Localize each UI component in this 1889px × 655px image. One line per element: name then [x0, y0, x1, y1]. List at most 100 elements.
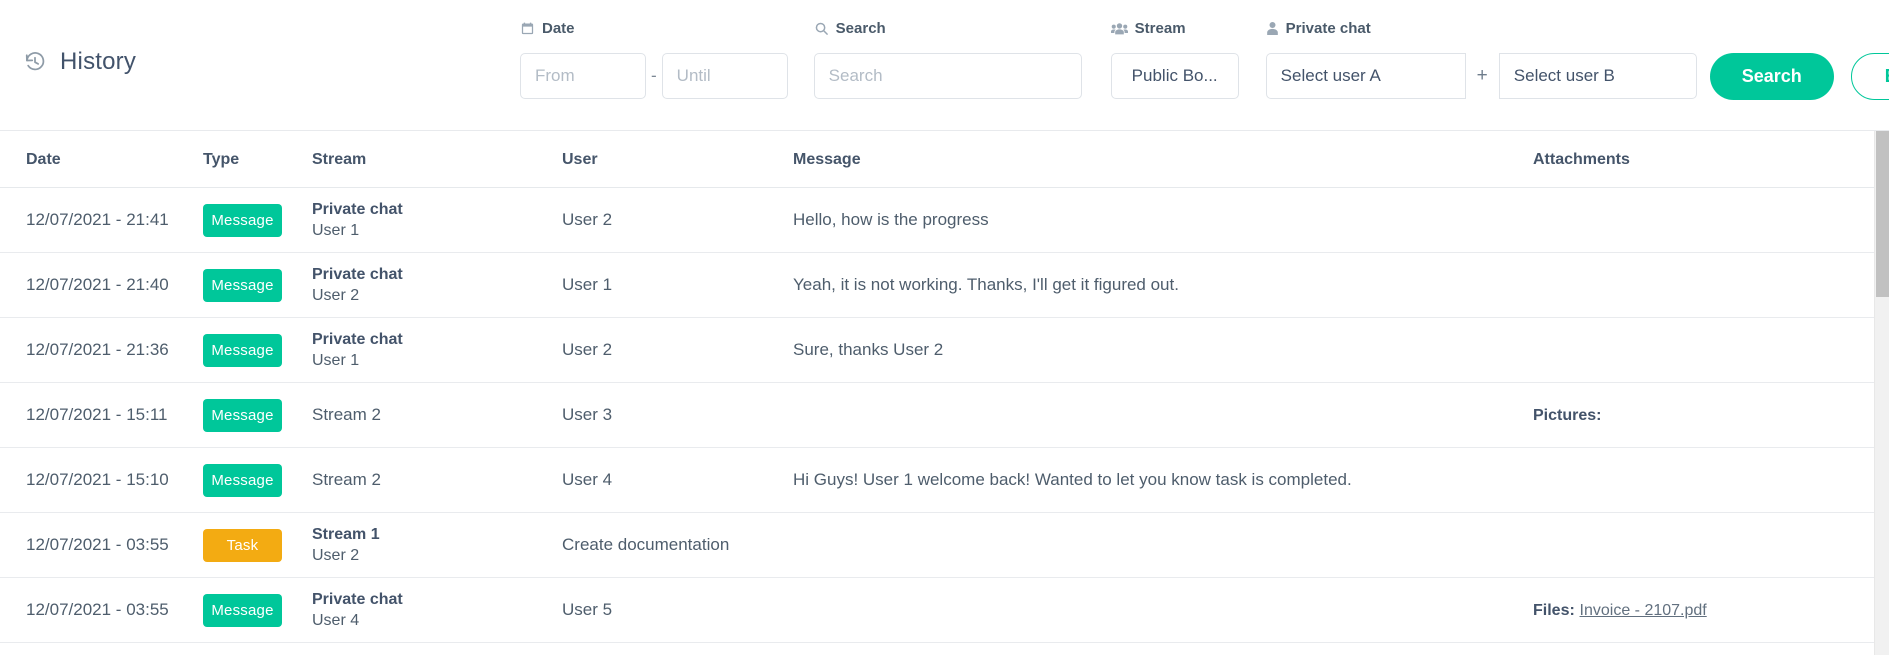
stream-name: Private chat	[312, 590, 403, 608]
table-body: 12/07/2021 - 21:41 Message Private chat Use…	[0, 187, 1874, 643]
message-badge: Message	[203, 203, 282, 237]
cell-stream: Private chat User 4	[312, 577, 562, 643]
cell-type: Task	[203, 512, 312, 578]
search-button[interactable]: Search	[1709, 53, 1834, 100]
table-row[interactable]: 12/07/2021 - 03:55 Message Private chat Use…	[0, 577, 1874, 643]
table-header-row: Date Type Stream User Message Attachment…	[0, 131, 1874, 188]
date-until-input[interactable]	[661, 53, 788, 99]
cell-message	[793, 512, 1533, 578]
stream-participant: User 1	[312, 351, 360, 369]
cell-stream: Stream 1 User 2	[312, 512, 562, 578]
cell-stream: Private chat User 2	[312, 252, 562, 318]
cell-user: User 2	[562, 187, 793, 253]
cell-date: 12/07/2021 - 21:36	[0, 317, 203, 383]
filter-private-chat-text: Private chat	[1285, 19, 1371, 37]
stream-participant: User 2	[312, 286, 360, 304]
cell-attachments: Files: Invoice - 2107.pdf	[1533, 577, 1874, 643]
filter-stream: Stream Public Bo...	[1110, 18, 1239, 99]
column-header-type[interactable]: Type	[203, 131, 312, 188]
message-badge: Message	[203, 268, 282, 302]
vertical-scrollbar-thumb[interactable]	[1876, 131, 1889, 297]
message-badge: Message	[203, 463, 282, 497]
cell-attachments	[1533, 252, 1874, 318]
filter-private-chat-label: Private chat	[1266, 18, 1697, 38]
export-button[interactable]: Export	[1850, 53, 1889, 100]
column-header-message[interactable]: Message	[793, 131, 1533, 188]
message-badge: Message	[203, 398, 282, 432]
cell-attachments: Pictures:	[1533, 382, 1874, 448]
user-b-select[interactable]: Select user B	[1498, 53, 1697, 99]
calendar-icon	[520, 21, 535, 36]
vertical-scrollbar[interactable]	[1874, 131, 1889, 655]
cell-type: Message	[203, 317, 312, 383]
filter-date: Date -	[520, 18, 788, 99]
cell-message: Yeah, it is not working. Thanks, I'll ge…	[793, 252, 1533, 318]
task-badge: Task	[203, 528, 282, 562]
cell-date: 12/07/2021 - 15:11	[0, 382, 203, 448]
filter-search-row	[813, 53, 1082, 99]
cell-message: Sure, thanks User 2	[793, 317, 1533, 383]
table-row[interactable]: 12/07/2021 - 21:40 Message Private chat Use…	[0, 252, 1874, 318]
filter-bar: Date - Search	[520, 18, 1889, 100]
table-row[interactable]: 12/07/2021 - 21:36 Message Private chat Use…	[0, 317, 1874, 383]
user-icon	[1266, 21, 1279, 36]
cell-attachments	[1533, 317, 1874, 383]
attachment-label: Pictures:	[1533, 407, 1602, 424]
filter-search: Search	[813, 18, 1082, 99]
cell-stream: Stream 2	[312, 447, 562, 513]
column-header-attachments[interactable]: Attachments	[1533, 131, 1874, 188]
attachment-label: Files:	[1533, 602, 1575, 619]
filter-search-text: Search	[835, 19, 886, 37]
cell-user: Create documentation	[562, 512, 793, 578]
stream-select[interactable]: Public Bo...	[1110, 53, 1239, 99]
cell-user: User 3	[562, 382, 793, 448]
cell-message	[793, 577, 1533, 643]
cell-user: User 5	[562, 577, 793, 643]
table-row[interactable]: 12/07/2021 - 03:55 Task Stream 1 User 2 Crea…	[0, 512, 1874, 578]
cell-stream: Private chat User 1	[312, 187, 562, 253]
cell-attachments	[1533, 447, 1874, 513]
cell-type: Message	[203, 447, 312, 513]
column-header-stream[interactable]: Stream	[312, 131, 562, 188]
search-icon	[814, 21, 829, 36]
filter-actions: Search Export	[1709, 53, 1889, 100]
stream-name: Private chat	[312, 200, 403, 218]
cell-type: Message	[203, 382, 312, 448]
column-header-user[interactable]: User	[562, 131, 793, 188]
user-pair-plus: +	[1476, 65, 1488, 86]
cell-message	[793, 382, 1533, 448]
stream-name: Stream 2	[312, 470, 381, 489]
cell-stream: Stream 2	[312, 382, 562, 448]
cell-stream: Private chat User 1	[312, 317, 562, 383]
history-table: Date Type Stream User Message Attachment…	[0, 131, 1874, 643]
date-from-input[interactable]	[520, 53, 646, 99]
cell-user: User 1	[562, 252, 793, 318]
filter-stream-text: Stream	[1134, 19, 1186, 37]
cell-user: User 4	[562, 447, 793, 513]
attachment-link[interactable]: Invoice - 2107.pdf	[1580, 602, 1707, 619]
filter-stream-label: Stream	[1110, 18, 1239, 38]
history-page: History Date -	[0, 0, 1889, 655]
stream-participant: User 1	[312, 221, 360, 239]
page-title: History	[60, 48, 137, 75]
cell-date: 12/07/2021 - 21:41	[0, 187, 203, 253]
user-a-select[interactable]: Select user A	[1265, 53, 1466, 99]
cell-message: Hello, how is the progress	[793, 187, 1533, 253]
filter-stream-row: Public Bo...	[1110, 53, 1239, 99]
stream-name: Stream 2	[312, 405, 381, 424]
stream-participant: User 2	[312, 546, 360, 564]
cell-date: 12/07/2021 - 03:55	[0, 512, 203, 578]
history-icon	[24, 51, 46, 73]
table-row[interactable]: 12/07/2021 - 15:10 Message Stream 2 User 4H…	[0, 447, 1874, 513]
filter-private-chat-row: Select user A + Select user B	[1265, 53, 1697, 99]
page-header: History Date -	[0, 0, 1889, 131]
stream-name: Stream 1	[312, 525, 380, 543]
table-row[interactable]: 12/07/2021 - 15:11 Message Stream 2 User 3 P…	[0, 382, 1874, 448]
column-header-date[interactable]: Date	[0, 131, 203, 188]
table-row[interactable]: 12/07/2021 - 21:41 Message Private chat Use…	[0, 187, 1874, 253]
search-input[interactable]	[813, 53, 1082, 99]
filter-search-label: Search	[814, 18, 1082, 38]
stream-name: Private chat	[312, 330, 403, 348]
cell-date: 12/07/2021 - 15:10	[0, 447, 203, 513]
page-title-group: History	[24, 48, 136, 76]
